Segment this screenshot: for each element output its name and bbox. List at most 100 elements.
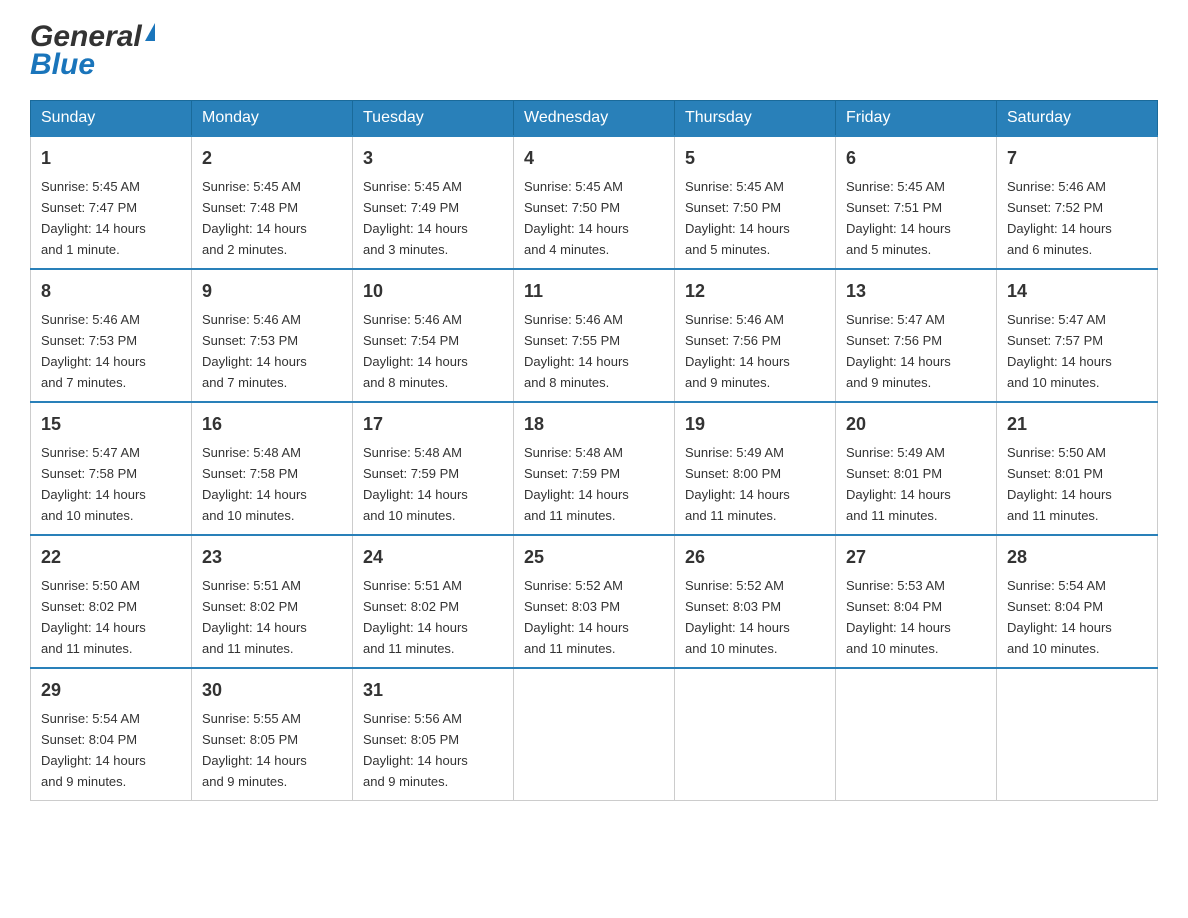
day-header-tuesday: Tuesday [353, 101, 514, 137]
day-info: Sunrise: 5:56 AMSunset: 8:05 PMDaylight:… [363, 711, 468, 789]
day-info: Sunrise: 5:47 AMSunset: 7:57 PMDaylight:… [1007, 312, 1112, 390]
calendar-day: 26 Sunrise: 5:52 AMSunset: 8:03 PMDaylig… [675, 535, 836, 668]
day-info: Sunrise: 5:54 AMSunset: 8:04 PMDaylight:… [1007, 578, 1112, 656]
day-info: Sunrise: 5:46 AMSunset: 7:56 PMDaylight:… [685, 312, 790, 390]
day-number: 26 [685, 544, 825, 571]
day-number: 13 [846, 278, 986, 305]
day-number: 20 [846, 411, 986, 438]
day-info: Sunrise: 5:53 AMSunset: 8:04 PMDaylight:… [846, 578, 951, 656]
calendar-day: 21 Sunrise: 5:50 AMSunset: 8:01 PMDaylig… [997, 402, 1158, 535]
calendar-day: 10 Sunrise: 5:46 AMSunset: 7:54 PMDaylig… [353, 269, 514, 402]
day-info: Sunrise: 5:45 AMSunset: 7:48 PMDaylight:… [202, 179, 307, 257]
day-number: 23 [202, 544, 342, 571]
logo-blue-text: Blue [30, 48, 95, 82]
day-number: 1 [41, 145, 181, 172]
calendar-day: 22 Sunrise: 5:50 AMSunset: 8:02 PMDaylig… [31, 535, 192, 668]
day-number: 29 [41, 677, 181, 704]
calendar-day: 4 Sunrise: 5:45 AMSunset: 7:50 PMDayligh… [514, 136, 675, 269]
day-header-sunday: Sunday [31, 101, 192, 137]
day-info: Sunrise: 5:45 AMSunset: 7:50 PMDaylight:… [524, 179, 629, 257]
day-number: 16 [202, 411, 342, 438]
day-info: Sunrise: 5:50 AMSunset: 8:01 PMDaylight:… [1007, 445, 1112, 523]
week-row-1: 1 Sunrise: 5:45 AMSunset: 7:47 PMDayligh… [31, 136, 1158, 269]
day-info: Sunrise: 5:52 AMSunset: 8:03 PMDaylight:… [524, 578, 629, 656]
day-number: 10 [363, 278, 503, 305]
day-number: 6 [846, 145, 986, 172]
calendar-day: 2 Sunrise: 5:45 AMSunset: 7:48 PMDayligh… [192, 136, 353, 269]
day-header-thursday: Thursday [675, 101, 836, 137]
week-row-3: 15 Sunrise: 5:47 AMSunset: 7:58 PMDaylig… [31, 402, 1158, 535]
day-number: 7 [1007, 145, 1147, 172]
calendar-day [997, 668, 1158, 801]
calendar-day: 28 Sunrise: 5:54 AMSunset: 8:04 PMDaylig… [997, 535, 1158, 668]
day-number: 12 [685, 278, 825, 305]
day-header-saturday: Saturday [997, 101, 1158, 137]
calendar-day: 5 Sunrise: 5:45 AMSunset: 7:50 PMDayligh… [675, 136, 836, 269]
day-info: Sunrise: 5:52 AMSunset: 8:03 PMDaylight:… [685, 578, 790, 656]
logo: General Blue [30, 20, 155, 82]
day-number: 8 [41, 278, 181, 305]
day-info: Sunrise: 5:55 AMSunset: 8:05 PMDaylight:… [202, 711, 307, 789]
day-number: 2 [202, 145, 342, 172]
day-info: Sunrise: 5:46 AMSunset: 7:53 PMDaylight:… [202, 312, 307, 390]
calendar-day [514, 668, 675, 801]
day-info: Sunrise: 5:51 AMSunset: 8:02 PMDaylight:… [363, 578, 468, 656]
day-number: 3 [363, 145, 503, 172]
day-number: 15 [41, 411, 181, 438]
day-number: 19 [685, 411, 825, 438]
day-number: 17 [363, 411, 503, 438]
calendar-day: 29 Sunrise: 5:54 AMSunset: 8:04 PMDaylig… [31, 668, 192, 801]
day-header-friday: Friday [836, 101, 997, 137]
calendar-day: 20 Sunrise: 5:49 AMSunset: 8:01 PMDaylig… [836, 402, 997, 535]
calendar-day: 31 Sunrise: 5:56 AMSunset: 8:05 PMDaylig… [353, 668, 514, 801]
calendar-day: 1 Sunrise: 5:45 AMSunset: 7:47 PMDayligh… [31, 136, 192, 269]
week-row-4: 22 Sunrise: 5:50 AMSunset: 8:02 PMDaylig… [31, 535, 1158, 668]
calendar-day: 25 Sunrise: 5:52 AMSunset: 8:03 PMDaylig… [514, 535, 675, 668]
calendar-header-row: SundayMondayTuesdayWednesdayThursdayFrid… [31, 101, 1158, 137]
day-info: Sunrise: 5:49 AMSunset: 8:01 PMDaylight:… [846, 445, 951, 523]
calendar-day: 7 Sunrise: 5:46 AMSunset: 7:52 PMDayligh… [997, 136, 1158, 269]
logo-triangle-icon [145, 23, 155, 41]
day-number: 9 [202, 278, 342, 305]
day-info: Sunrise: 5:45 AMSunset: 7:51 PMDaylight:… [846, 179, 951, 257]
calendar-day: 14 Sunrise: 5:47 AMSunset: 7:57 PMDaylig… [997, 269, 1158, 402]
day-info: Sunrise: 5:54 AMSunset: 8:04 PMDaylight:… [41, 711, 146, 789]
day-number: 22 [41, 544, 181, 571]
day-number: 11 [524, 278, 664, 305]
week-row-2: 8 Sunrise: 5:46 AMSunset: 7:53 PMDayligh… [31, 269, 1158, 402]
day-number: 24 [363, 544, 503, 571]
day-number: 31 [363, 677, 503, 704]
calendar-day: 15 Sunrise: 5:47 AMSunset: 7:58 PMDaylig… [31, 402, 192, 535]
calendar-day: 8 Sunrise: 5:46 AMSunset: 7:53 PMDayligh… [31, 269, 192, 402]
calendar-day: 24 Sunrise: 5:51 AMSunset: 8:02 PMDaylig… [353, 535, 514, 668]
day-info: Sunrise: 5:48 AMSunset: 7:59 PMDaylight:… [524, 445, 629, 523]
calendar-day: 6 Sunrise: 5:45 AMSunset: 7:51 PMDayligh… [836, 136, 997, 269]
week-row-5: 29 Sunrise: 5:54 AMSunset: 8:04 PMDaylig… [31, 668, 1158, 801]
day-header-wednesday: Wednesday [514, 101, 675, 137]
day-number: 27 [846, 544, 986, 571]
day-info: Sunrise: 5:45 AMSunset: 7:50 PMDaylight:… [685, 179, 790, 257]
calendar-day: 11 Sunrise: 5:46 AMSunset: 7:55 PMDaylig… [514, 269, 675, 402]
day-number: 18 [524, 411, 664, 438]
calendar-table: SundayMondayTuesdayWednesdayThursdayFrid… [30, 100, 1158, 801]
page-header: General Blue [30, 20, 1158, 82]
day-info: Sunrise: 5:46 AMSunset: 7:53 PMDaylight:… [41, 312, 146, 390]
day-info: Sunrise: 5:49 AMSunset: 8:00 PMDaylight:… [685, 445, 790, 523]
calendar-day: 13 Sunrise: 5:47 AMSunset: 7:56 PMDaylig… [836, 269, 997, 402]
calendar-day: 27 Sunrise: 5:53 AMSunset: 8:04 PMDaylig… [836, 535, 997, 668]
calendar-day: 3 Sunrise: 5:45 AMSunset: 7:49 PMDayligh… [353, 136, 514, 269]
calendar-day: 12 Sunrise: 5:46 AMSunset: 7:56 PMDaylig… [675, 269, 836, 402]
day-header-monday: Monday [192, 101, 353, 137]
day-info: Sunrise: 5:46 AMSunset: 7:54 PMDaylight:… [363, 312, 468, 390]
calendar-day [675, 668, 836, 801]
day-number: 4 [524, 145, 664, 172]
calendar-day: 16 Sunrise: 5:48 AMSunset: 7:58 PMDaylig… [192, 402, 353, 535]
day-info: Sunrise: 5:48 AMSunset: 7:59 PMDaylight:… [363, 445, 468, 523]
calendar-day: 9 Sunrise: 5:46 AMSunset: 7:53 PMDayligh… [192, 269, 353, 402]
day-info: Sunrise: 5:45 AMSunset: 7:49 PMDaylight:… [363, 179, 468, 257]
calendar-day [836, 668, 997, 801]
day-info: Sunrise: 5:47 AMSunset: 7:58 PMDaylight:… [41, 445, 146, 523]
day-number: 5 [685, 145, 825, 172]
day-info: Sunrise: 5:45 AMSunset: 7:47 PMDaylight:… [41, 179, 146, 257]
day-info: Sunrise: 5:47 AMSunset: 7:56 PMDaylight:… [846, 312, 951, 390]
